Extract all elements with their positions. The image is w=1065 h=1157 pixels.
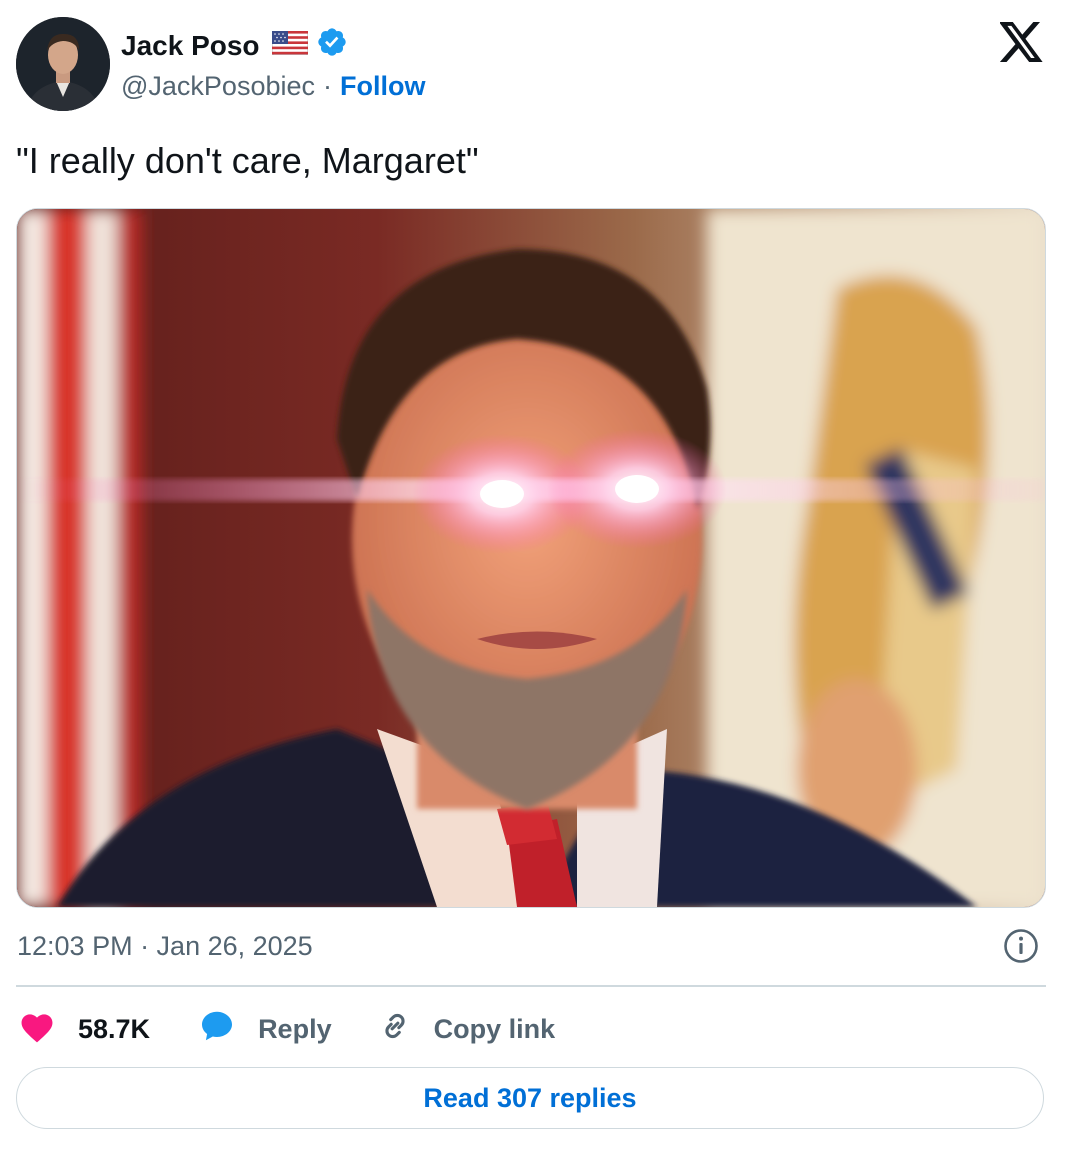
read-replies-label: Read 307 replies	[423, 1082, 637, 1113]
us-flag-icon	[271, 30, 308, 62]
heart-icon	[18, 1009, 56, 1050]
info-icon[interactable]	[1003, 928, 1039, 964]
tweet-timestamp[interactable]: 12:03 PM · Jan 26, 2025	[17, 931, 313, 962]
reply-label: Reply	[258, 1013, 332, 1044]
speech-bubble-icon	[198, 1008, 236, 1051]
read-replies-button[interactable]: Read 307 replies	[16, 1067, 1044, 1129]
verified-badge-icon	[316, 26, 348, 65]
author-name[interactable]: Jack Poso	[121, 30, 260, 62]
copy-link-label: Copy link	[433, 1013, 556, 1044]
handle-row: @JackPosobiec · Follow	[121, 71, 425, 102]
link-icon	[378, 1009, 412, 1050]
separator-dot: ·	[323, 71, 332, 101]
avatar-image	[16, 17, 110, 111]
author-handle[interactable]: @JackPosobiec	[121, 71, 315, 102]
reply-button[interactable]: Reply	[198, 1008, 332, 1051]
divider	[16, 985, 1046, 987]
copy-link-button[interactable]: Copy link	[378, 1009, 556, 1050]
like-count: 58.7K	[78, 1013, 151, 1044]
action-bar: 58.7K Reply Copy link	[18, 1006, 555, 1052]
media-illustration	[17, 209, 1045, 907]
follow-button[interactable]: Follow	[340, 71, 425, 102]
x-logo-icon[interactable]	[999, 22, 1044, 62]
tweet-text: "I really don't care, Margaret"	[16, 140, 479, 181]
tweet-media-image[interactable]	[16, 208, 1046, 908]
author-name-row: Jack Poso	[121, 26, 348, 65]
like-button[interactable]: 58.7K	[18, 1009, 150, 1050]
avatar[interactable]	[16, 17, 110, 111]
